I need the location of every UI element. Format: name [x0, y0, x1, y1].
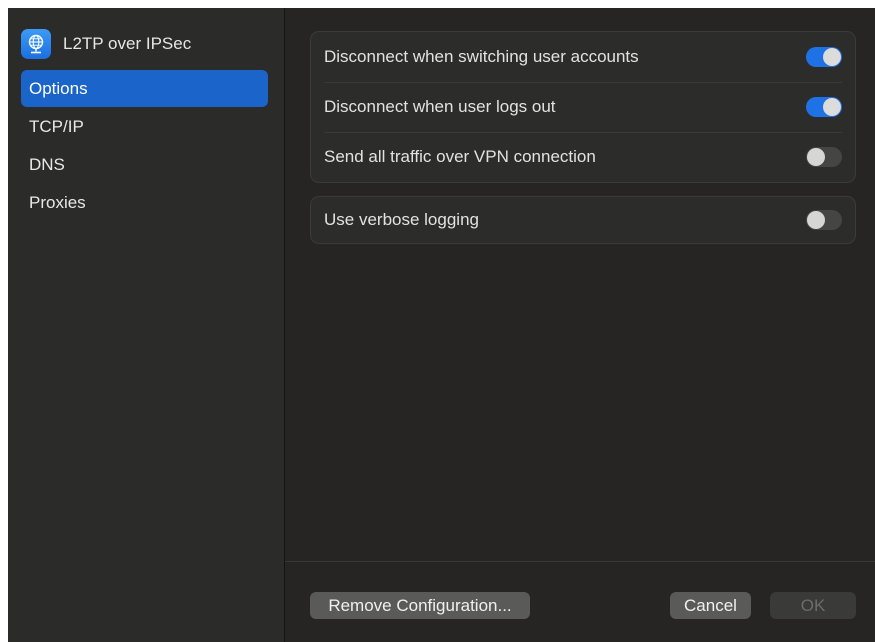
vpn-settings-window: L2TP over IPSec Options TCP/IP DNS Proxi…	[8, 8, 875, 642]
option-label: Disconnect when switching user accounts	[324, 47, 639, 66]
globe-icon	[28, 34, 44, 54]
option-label: Disconnect when user logs out	[324, 97, 556, 116]
toggle-knob	[807, 148, 825, 166]
ok-button[interactable]: OK	[770, 592, 856, 619]
disconnect-logout-toggle[interactable]	[806, 97, 842, 117]
sidebar-item-options[interactable]: Options	[21, 70, 268, 107]
toggle-knob	[823, 48, 841, 66]
sidebar-item-tcp-ip[interactable]: TCP/IP	[21, 108, 268, 145]
option-row-verbose-logging: Use verbose logging	[311, 197, 855, 243]
vpn-configuration-title: L2TP over IPSec	[63, 34, 192, 53]
verbose-logging-toggle[interactable]	[806, 210, 842, 230]
option-row-switching-accounts: Disconnect when switching user accounts	[311, 32, 855, 82]
send-all-traffic-toggle[interactable]	[806, 147, 842, 167]
disconnect-switching-accounts-toggle[interactable]	[806, 47, 842, 67]
option-label: Use verbose logging	[324, 210, 479, 229]
sidebar-item-proxies[interactable]: Proxies	[21, 184, 268, 221]
remove-configuration-button[interactable]: Remove Configuration...	[310, 592, 530, 619]
toggle-knob	[807, 211, 825, 229]
cancel-button[interactable]: Cancel	[670, 592, 751, 619]
disconnect-options-group: Disconnect when switching user accounts …	[310, 31, 856, 183]
footer-divider	[285, 561, 875, 562]
option-row-user-logs-out: Disconnect when user logs out	[311, 82, 855, 132]
vpn-globe-icon	[21, 29, 51, 59]
toggle-knob	[823, 98, 841, 116]
option-label: Send all traffic over VPN connection	[324, 147, 596, 166]
option-row-send-all-traffic: Send all traffic over VPN connection	[311, 132, 855, 182]
sidebar: L2TP over IPSec Options TCP/IP DNS Proxi…	[8, 8, 285, 642]
sidebar-item-dns[interactable]: DNS	[21, 146, 268, 183]
sidebar-header: L2TP over IPSec	[21, 26, 191, 62]
options-pane: Disconnect when switching user accounts …	[285, 8, 875, 642]
logging-options-group: Use verbose logging	[310, 196, 856, 244]
screenshot-frame: L2TP over IPSec Options TCP/IP DNS Proxi…	[0, 0, 875, 642]
